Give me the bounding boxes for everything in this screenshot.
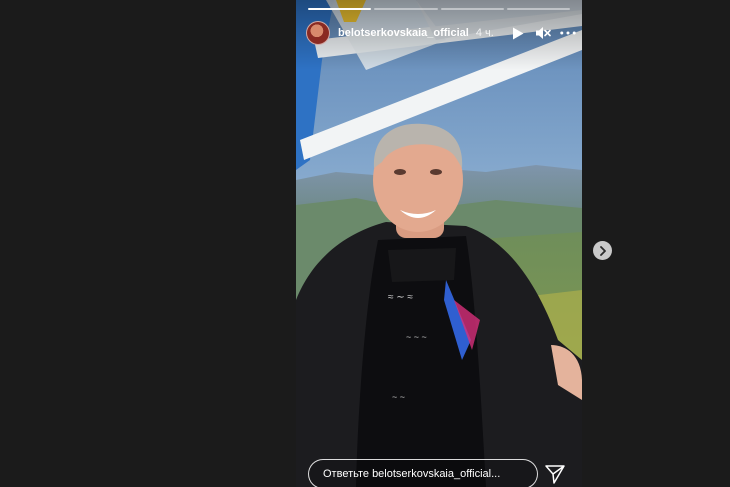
play-button[interactable] (510, 25, 526, 41)
story-viewer: ≈ ∼ ≈ ~ ~ ~ ~ ~ belotserkovskaia_officia… (296, 0, 582, 487)
reply-placeholder: Ответьте belotserkovskaia_official... (323, 468, 501, 480)
play-icon (513, 27, 524, 39)
story-controls (510, 25, 576, 41)
svg-text:≈ ∼ ≈: ≈ ∼ ≈ (388, 292, 413, 303)
send-icon (545, 465, 565, 484)
avatar[interactable] (306, 21, 330, 45)
username[interactable]: belotserkovskaia_official (338, 27, 469, 39)
svg-text:~ ~ ~: ~ ~ ~ (406, 332, 427, 342)
timestamp: 4 ч. (475, 27, 494, 39)
more-options-icon (560, 31, 576, 35)
story-header: belotserkovskaia_official 4 ч. (306, 20, 576, 46)
reply-input[interactable]: Ответьте belotserkovskaia_official... (308, 459, 538, 487)
chevron-right-icon (599, 245, 606, 256)
progress-segment (440, 8, 504, 10)
story-progress-bar (308, 8, 570, 11)
more-options-button[interactable] (560, 25, 576, 41)
mute-button[interactable] (535, 25, 551, 41)
svg-text:~ ~: ~ ~ (392, 392, 405, 402)
next-story-button[interactable] (593, 241, 612, 260)
story-photo: ≈ ∼ ≈ ~ ~ ~ ~ ~ (296, 0, 582, 487)
muted-speaker-icon (536, 27, 551, 39)
progress-segment (374, 8, 438, 10)
send-button[interactable] (544, 463, 566, 485)
progress-segment (506, 8, 570, 10)
progress-segment (308, 8, 372, 10)
